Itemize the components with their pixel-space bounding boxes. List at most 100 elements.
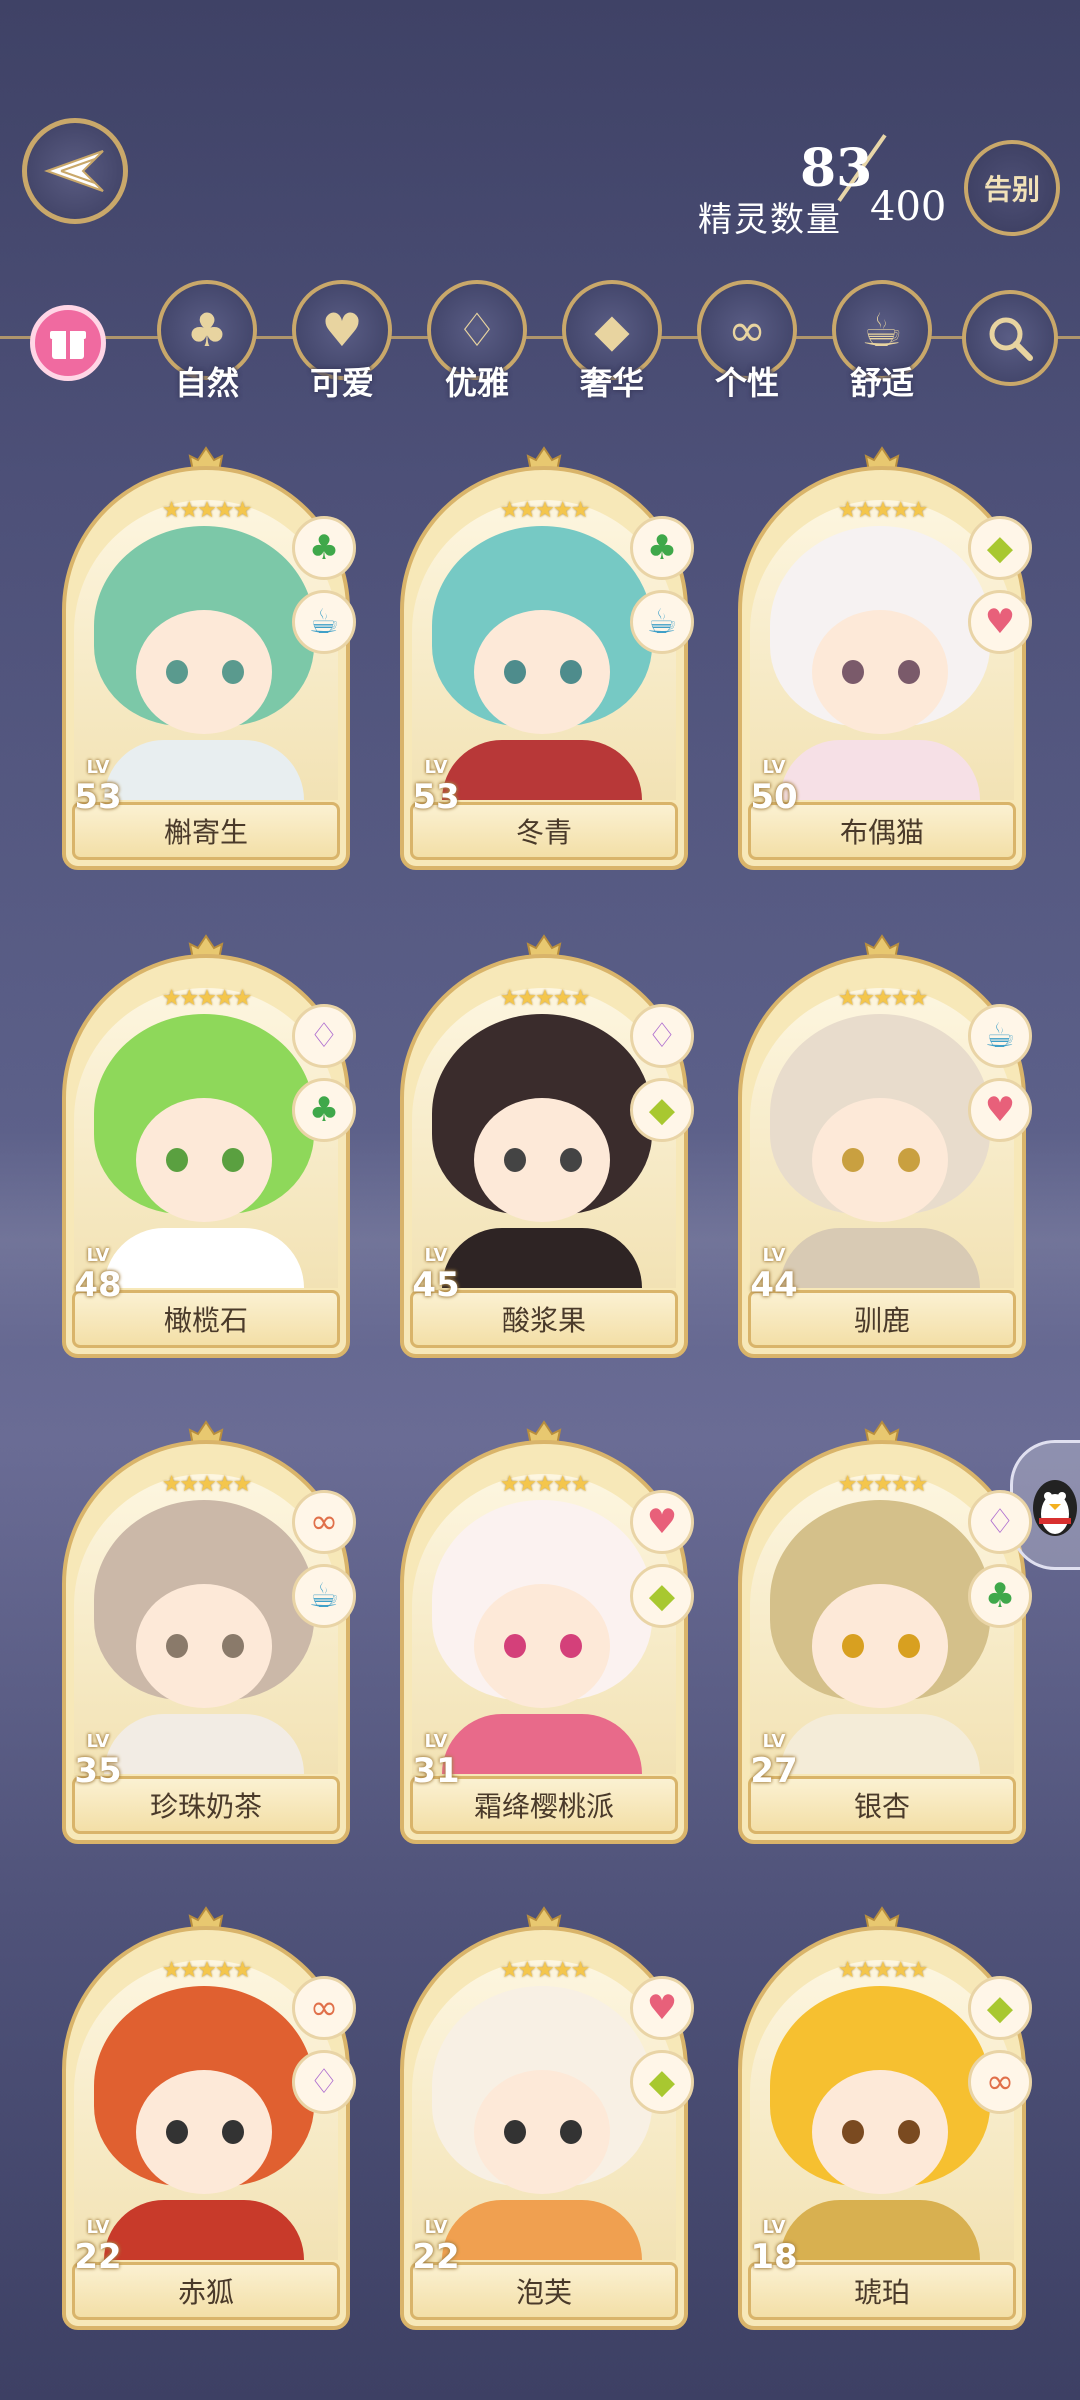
spirit-card[interactable]: ★★★★★ 冬青 LV 53 ♣ ☕ <box>400 446 694 870</box>
level-prefix: LV <box>762 1245 786 1266</box>
spirit-card[interactable]: ★★★★★ 酸浆果 LV 45 ♢ ◆ <box>400 934 694 1358</box>
star-rating: ★★★★★ <box>499 1958 591 1983</box>
portrait-eye-left <box>842 1634 864 1658</box>
level-prefix: LV <box>86 2217 110 2238</box>
portrait-outfit <box>442 740 642 800</box>
portrait-face <box>474 1584 610 1708</box>
portrait-eye-left <box>504 1634 526 1658</box>
portrait-eye-left <box>166 2120 188 2144</box>
spirit-card[interactable]: ★★★★★ 银杏 LV 27 ♢ ♣ <box>738 1420 1032 1844</box>
portrait-face <box>474 2070 610 2194</box>
star-rating: ★★★★★ <box>837 1958 929 1983</box>
diamond-icon: ◆ <box>968 1976 1032 2040</box>
search-button[interactable] <box>962 290 1058 386</box>
portrait-eye-right <box>898 1634 920 1658</box>
gift-button[interactable] <box>30 305 106 381</box>
star-rating: ★★★★★ <box>499 986 591 1011</box>
heart-icon: ♥ <box>630 1976 694 2040</box>
filter-personality[interactable]: ∞ 个性 <box>692 280 802 404</box>
star-rating: ★★★★★ <box>161 986 253 1011</box>
level-value: 22 <box>74 2237 122 2277</box>
swan-icon: ♢ <box>456 303 498 357</box>
star-rating: ★★★★★ <box>499 1472 591 1497</box>
spirit-count-label: 精灵数量 <box>698 200 842 240</box>
swan-icon: ♢ <box>292 2050 356 2114</box>
portrait-outfit <box>104 2200 304 2260</box>
level-value: 45 <box>412 1265 460 1305</box>
spirit-card[interactable]: ★★★★★ 琥珀 LV 18 ◆ ∞ <box>738 1906 1032 2330</box>
level-prefix: LV <box>762 1731 786 1752</box>
portrait-eye-right <box>222 660 244 684</box>
clover-icon: ♣ <box>630 516 694 580</box>
spirit-card[interactable]: ★★★★★ 橄榄石 LV 48 ♢ ♣ <box>62 934 356 1358</box>
portrait-face <box>136 1584 272 1708</box>
level-badge: LV 48 <box>66 1246 130 1316</box>
diamond-icon: ◆ <box>594 303 630 357</box>
filter-luxury[interactable]: ◆ 奢华 <box>557 280 667 404</box>
portrait-face <box>474 610 610 734</box>
level-badge: LV 45 <box>404 1246 468 1316</box>
filter-elegant[interactable]: ♢ 优雅 <box>422 280 532 404</box>
star-rating: ★★★★★ <box>161 498 253 523</box>
farewell-button[interactable]: 告别 <box>964 140 1060 236</box>
portrait-face <box>812 1098 948 1222</box>
portrait-eye-right <box>560 1148 582 1172</box>
spirit-card[interactable]: ★★★★★ 驯鹿 LV 44 ☕ ♥ <box>738 934 1032 1358</box>
heart-icon: ♥ <box>968 590 1032 654</box>
level-prefix: LV <box>86 757 110 778</box>
spirit-card[interactable]: ★★★★★ 布偶猫 LV 50 ◆ ♥ <box>738 446 1032 870</box>
star-rating: ★★★★★ <box>837 1472 929 1497</box>
spirit-card[interactable]: ★★★★★ 赤狐 LV 22 ∞ ♢ <box>62 1906 356 2330</box>
gift-icon <box>50 331 86 359</box>
filter-comfort[interactable]: ☕ 舒适 <box>827 280 937 404</box>
spirit-card[interactable]: ★★★★★ 珍珠奶茶 LV 35 ∞ ☕ <box>62 1420 356 1844</box>
filter-nature[interactable]: ♣ 自然 <box>152 280 262 404</box>
portrait-eye-right <box>898 1148 920 1172</box>
spirit-card[interactable]: ★★★★★ 霜绛樱桃派 LV 31 ♥ ◆ <box>400 1420 694 1844</box>
heart-icon: ♥ <box>968 1078 1032 1142</box>
spirit-max: 400 <box>870 184 947 230</box>
level-value: 31 <box>412 1751 460 1791</box>
swan-icon: ♢ <box>630 1004 694 1068</box>
portrait-outfit <box>442 1228 642 1288</box>
back-button[interactable] <box>22 118 128 224</box>
glasses-icon: ∞ <box>727 303 767 357</box>
spirit-card[interactable]: ★★★★★ 槲寄生 LV 53 ♣ ☕ <box>62 446 356 870</box>
filter-label: 奢华 <box>579 364 644 402</box>
teacup-icon: ☕ <box>630 590 694 654</box>
filter-cute[interactable]: ♥ 可爱 <box>287 280 397 404</box>
level-value: 44 <box>750 1265 798 1305</box>
portrait-eye-right <box>560 1634 582 1658</box>
glasses-icon: ∞ <box>292 1976 356 2040</box>
portrait-outfit <box>442 1714 642 1774</box>
portrait-eye-left <box>842 2120 864 2144</box>
portrait-outfit <box>780 1714 980 1774</box>
back-wing-icon <box>44 150 104 192</box>
portrait-eye-right <box>898 660 920 684</box>
spirit-card[interactable]: ★★★★★ 泡芙 LV 22 ♥ ◆ <box>400 1906 694 2330</box>
level-prefix: LV <box>86 1245 110 1266</box>
clover-icon: ♣ <box>292 1078 356 1142</box>
level-badge: LV 22 <box>404 2218 468 2288</box>
portrait-eye-left <box>504 660 526 684</box>
portrait-face <box>812 610 948 734</box>
star-rating: ★★★★★ <box>499 498 591 523</box>
clover-icon: ♣ <box>968 1564 1032 1628</box>
portrait-outfit <box>104 1714 304 1774</box>
penguin-icon <box>1033 1480 1077 1536</box>
level-badge: LV 53 <box>66 758 130 828</box>
filter-label: 优雅 <box>444 364 509 402</box>
portrait-outfit <box>104 1228 304 1288</box>
portrait-eye-left <box>166 660 188 684</box>
teacup-icon: ☕ <box>968 1004 1032 1068</box>
level-prefix: LV <box>424 1731 448 1752</box>
heart-icon: ♥ <box>630 1490 694 1554</box>
level-value: 35 <box>74 1751 122 1791</box>
level-prefix: LV <box>424 1245 448 1266</box>
level-badge: LV 27 <box>742 1732 806 1802</box>
level-badge: LV 31 <box>404 1732 468 1802</box>
level-prefix: LV <box>86 1731 110 1752</box>
glasses-icon: ∞ <box>292 1490 356 1554</box>
farewell-label: 告别 <box>983 173 1040 206</box>
portrait-outfit <box>780 740 980 800</box>
